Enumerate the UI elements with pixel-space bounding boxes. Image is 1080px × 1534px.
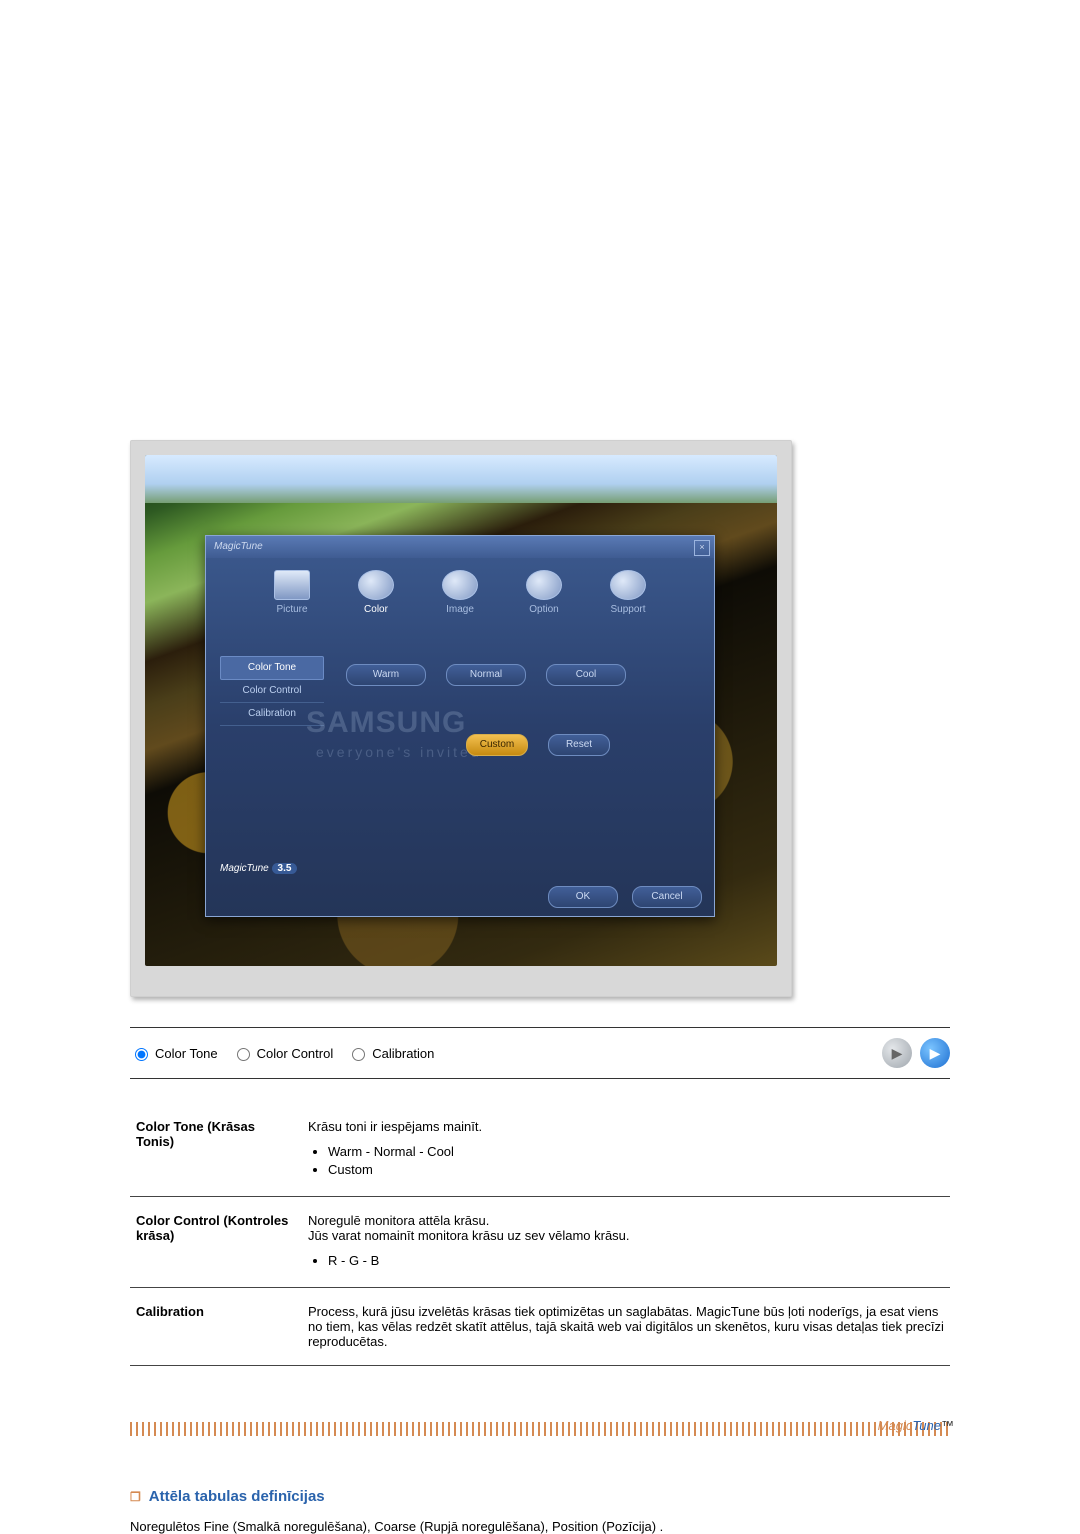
support-icon <box>610 570 646 600</box>
section-divider: MagicTune™ <box>130 1422 950 1436</box>
cancel-button[interactable]: Cancel <box>632 886 702 908</box>
desktop-wallpaper: MagicTune × Picture Color <box>145 455 777 966</box>
custom-button[interactable]: Custom <box>466 734 528 756</box>
table-row: Color Tone (Krāsas Tonis) Krāsu toni ir … <box>130 1103 950 1197</box>
watermark-tagline: everyone's invited <box>316 744 482 760</box>
side-color-control[interactable]: Color Control <box>220 680 324 703</box>
radio-color-tone-label: Color Tone <box>155 1046 218 1061</box>
tone-warm-button[interactable]: Warm <box>346 664 426 686</box>
next-button[interactable]: ▶ <box>920 1038 950 1068</box>
nav-support[interactable]: Support <box>593 570 663 615</box>
radio-calibration[interactable] <box>352 1048 365 1061</box>
picture-icon <box>274 570 310 600</box>
close-icon[interactable]: × <box>694 540 710 556</box>
table-row: Color Control (Kontroles krāsa) Noregulē… <box>130 1197 950 1288</box>
radio-calibration-label: Calibration <box>372 1046 434 1061</box>
nav-color[interactable]: Color <box>341 570 411 615</box>
radio-color-control-label: Color Control <box>257 1046 334 1061</box>
radio-color-tone[interactable] <box>135 1048 148 1061</box>
calibration-desc: Process, kurā jūsu izvelētās krāsas tiek… <box>302 1288 950 1366</box>
magictune-logo: MagicTune 3.5 <box>220 863 297 874</box>
image-icon <box>442 570 478 600</box>
color-tab-radios: Color Tone Color Control Calibration <box>130 1045 444 1061</box>
nav-picture[interactable]: Picture <box>257 570 327 615</box>
monitor-frame: MagicTune × Picture Color <box>130 440 792 997</box>
color-control-term: Color Control (Kontroles krāsa) <box>130 1197 302 1288</box>
ok-button[interactable]: OK <box>548 886 618 908</box>
color-tone-desc: Krāsu toni ir iespējams mainīt. Warm - N… <box>302 1103 950 1197</box>
calibration-term: Calibration <box>130 1288 302 1366</box>
table-row: Calibration Process, kurā jūsu izvelētās… <box>130 1288 950 1366</box>
color-control-desc: Noregulē monitora attēla krāsu. Jūs vara… <box>302 1197 950 1288</box>
side-color-tone[interactable]: Color Tone <box>220 656 324 680</box>
prev-button[interactable]: ▶ <box>882 1038 912 1068</box>
tone-cool-button[interactable]: Cool <box>546 664 626 686</box>
nav-image[interactable]: Image <box>425 570 495 615</box>
nav-option[interactable]: Option <box>509 570 579 615</box>
magictune-window: MagicTune × Picture Color <box>205 535 715 917</box>
tone-normal-button[interactable]: Normal <box>446 664 526 686</box>
magictune-logo-small: MagicTune™ <box>878 1418 954 1433</box>
play-prev-icon: ▶ <box>892 1045 903 1062</box>
window-title: MagicTune <box>206 536 714 558</box>
color-icon <box>358 570 394 600</box>
option-icon <box>526 570 562 600</box>
watermark-brand: SAMSUNG <box>306 706 466 740</box>
color-tone-term: Color Tone (Krāsas Tonis) <box>130 1103 302 1197</box>
section-heading: Attēla tabulas definīcijas <box>130 1488 950 1505</box>
reset-button[interactable]: Reset <box>548 734 610 756</box>
radio-color-control[interactable] <box>237 1048 250 1061</box>
play-next-icon: ▶ <box>930 1045 941 1062</box>
definitions-table: Color Tone (Krāsas Tonis) Krāsu toni ir … <box>130 1103 950 1366</box>
divider <box>130 1078 950 1079</box>
